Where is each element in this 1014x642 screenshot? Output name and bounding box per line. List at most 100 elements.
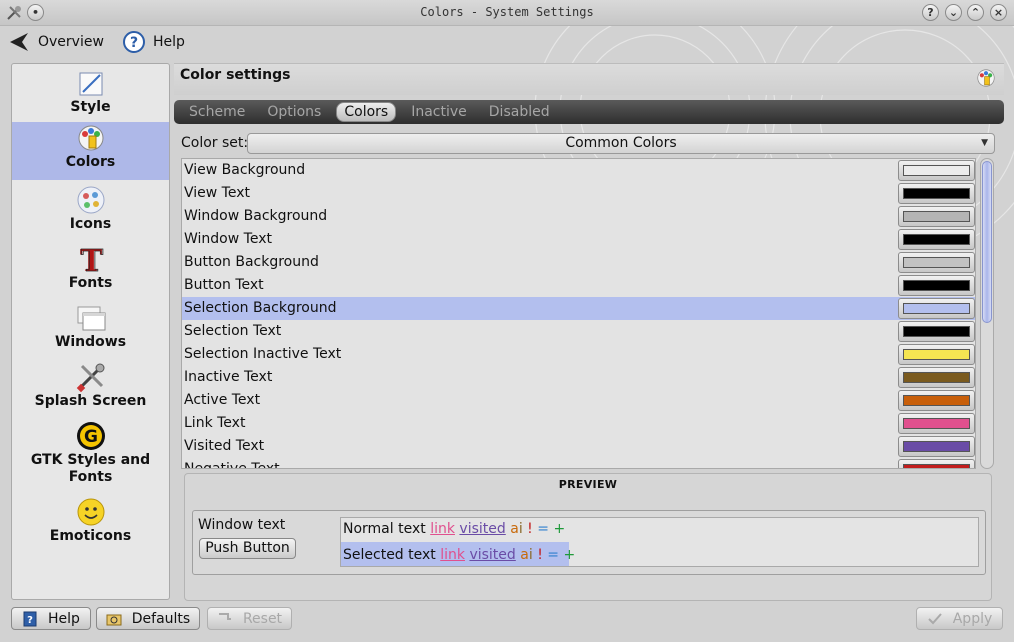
selected-neutral-text: = xyxy=(547,547,560,563)
tab-disabled[interactable]: Disabled xyxy=(482,103,557,121)
color-role-row[interactable]: Button Text xyxy=(182,274,975,297)
defaults-label: Defaults xyxy=(131,610,191,627)
color-swatch-button[interactable] xyxy=(898,367,975,388)
preview-normal-line: Normal text link visited ai ! = + xyxy=(343,521,565,537)
color-role-row[interactable]: Negative Text xyxy=(182,458,975,469)
tab-options[interactable]: Options xyxy=(260,103,328,121)
sidebar-item-colors[interactable]: Colors xyxy=(12,122,169,180)
sidebar-item-label: Colors xyxy=(65,154,116,170)
selected-visited-text[interactable]: visited xyxy=(469,547,515,563)
sidebar-item-label: Emoticons xyxy=(49,528,132,544)
color-swatch-button[interactable] xyxy=(898,206,975,227)
apply-label: Apply xyxy=(952,610,993,627)
sidebar-item-splash-screen[interactable]: Splash Screen xyxy=(12,361,169,416)
color-swatch-button[interactable] xyxy=(898,229,975,250)
sidebar-item-gtk-styles[interactable]: G GTK Styles and Fonts xyxy=(12,420,169,494)
color-swatch-button[interactable] xyxy=(898,413,975,434)
tab-scheme[interactable]: Scheme xyxy=(182,103,252,121)
color-role-row[interactable]: Selection Background xyxy=(182,297,975,320)
selected-negative-text: ! xyxy=(537,547,543,563)
color-role-label: Button Text xyxy=(184,277,264,293)
color-swatch-button[interactable] xyxy=(898,321,975,342)
window-title: Colors - System Settings xyxy=(420,5,594,19)
color-role-row[interactable]: Window Text xyxy=(182,228,975,251)
reset-icon xyxy=(218,612,231,620)
color-swatch-button[interactable] xyxy=(898,344,975,365)
color-swatch-button[interactable] xyxy=(898,390,975,411)
color-swatch xyxy=(903,257,970,268)
color-swatch-button[interactable] xyxy=(898,436,975,457)
reset-label: Reset xyxy=(242,610,283,627)
color-swatch xyxy=(903,349,970,360)
color-role-row[interactable]: Inactive Text xyxy=(182,366,975,389)
minimize-button[interactable]: ⌄ xyxy=(945,4,962,21)
color-swatch-button[interactable] xyxy=(898,298,975,319)
svg-text:T: T xyxy=(80,244,103,275)
sidebar-item-windows[interactable]: Windows xyxy=(12,302,169,357)
help-window-button[interactable]: ? xyxy=(922,4,939,21)
negative-text: ! xyxy=(527,521,533,537)
color-role-row[interactable]: Active Text xyxy=(182,389,975,412)
visited-text[interactable]: visited xyxy=(459,521,505,537)
sidebar-item-label: Splash Screen xyxy=(34,393,147,409)
apply-button[interactable]: Apply xyxy=(916,607,1003,630)
color-swatch-button[interactable] xyxy=(898,275,975,296)
color-role-row[interactable]: View Background xyxy=(182,159,975,182)
link-text[interactable]: link xyxy=(430,521,455,537)
preview-window-text: Window text xyxy=(198,517,286,533)
colors-module-icon xyxy=(977,69,995,87)
scrollbar-thumb[interactable] xyxy=(982,161,992,323)
sidebar-item-emoticons[interactable]: Emoticons xyxy=(12,496,169,551)
colors-icon xyxy=(78,125,103,151)
list-scrollbar[interactable] xyxy=(980,158,994,469)
overview-button[interactable]: Overview xyxy=(8,30,104,54)
tab-bar: Scheme Options Colors Inactive Disabled xyxy=(174,100,1004,124)
sidebar-item-icons[interactable]: Icons xyxy=(12,184,169,239)
color-swatch-button[interactable] xyxy=(898,160,975,181)
color-role-label: Window Background xyxy=(184,208,328,224)
color-swatch xyxy=(903,211,970,222)
windows-icon xyxy=(77,306,105,331)
color-role-label: Inactive Text xyxy=(184,369,273,385)
svg-text:G: G xyxy=(84,427,98,447)
icons-icon xyxy=(77,186,104,214)
color-swatch xyxy=(903,234,970,245)
fonts-icon: T T xyxy=(79,244,103,275)
color-swatch-button[interactable] xyxy=(898,252,975,273)
close-button[interactable]: × xyxy=(990,4,1007,21)
tab-inactive[interactable]: Inactive xyxy=(404,103,474,121)
color-role-row[interactable]: Link Text xyxy=(182,412,975,435)
color-swatch xyxy=(903,372,970,383)
color-swatch-button[interactable] xyxy=(898,183,975,204)
color-set-dropdown[interactable]: Common Colors ▼ xyxy=(247,133,995,154)
selected-link-text[interactable]: link xyxy=(440,547,465,563)
selected-active-text: a xyxy=(520,547,529,563)
defaults-button[interactable]: Defaults xyxy=(96,607,200,630)
color-swatch xyxy=(903,326,970,337)
tab-colors[interactable]: Colors xyxy=(336,102,397,122)
module-header xyxy=(174,63,1004,95)
color-role-label: Visited Text xyxy=(184,438,265,454)
color-role-label: Selection Background xyxy=(184,300,337,316)
sidebar-item-fonts[interactable]: T T Fonts xyxy=(12,243,169,298)
back-arrow-icon xyxy=(10,33,28,51)
color-role-row[interactable]: View Text xyxy=(182,182,975,205)
maximize-button[interactable]: ⌃ xyxy=(967,4,984,21)
preview-selected-line: Selected text link visited ai ! = + xyxy=(343,547,575,563)
color-role-row[interactable]: Selection Inactive Text xyxy=(182,343,975,366)
reset-button[interactable]: Reset xyxy=(207,607,292,630)
color-role-row[interactable]: Visited Text xyxy=(182,435,975,458)
color-role-row[interactable]: Button Background xyxy=(182,251,975,274)
sidebar-item-style[interactable]: Style xyxy=(12,67,169,122)
neutral-text: = xyxy=(537,521,549,537)
preview-push-button[interactable]: Push Button xyxy=(199,538,296,559)
color-role-row[interactable]: Selection Text xyxy=(182,320,975,343)
help-button[interactable]: ? Help xyxy=(123,30,185,54)
color-role-label: View Text xyxy=(184,185,250,201)
color-swatch xyxy=(903,464,970,468)
color-role-label: Negative Text xyxy=(184,461,280,469)
help-label: Help xyxy=(153,34,185,50)
color-swatch-button[interactable] xyxy=(898,459,975,468)
color-role-row[interactable]: Window Background xyxy=(182,205,975,228)
help-bottom-button[interactable]: ? Help xyxy=(11,607,91,630)
